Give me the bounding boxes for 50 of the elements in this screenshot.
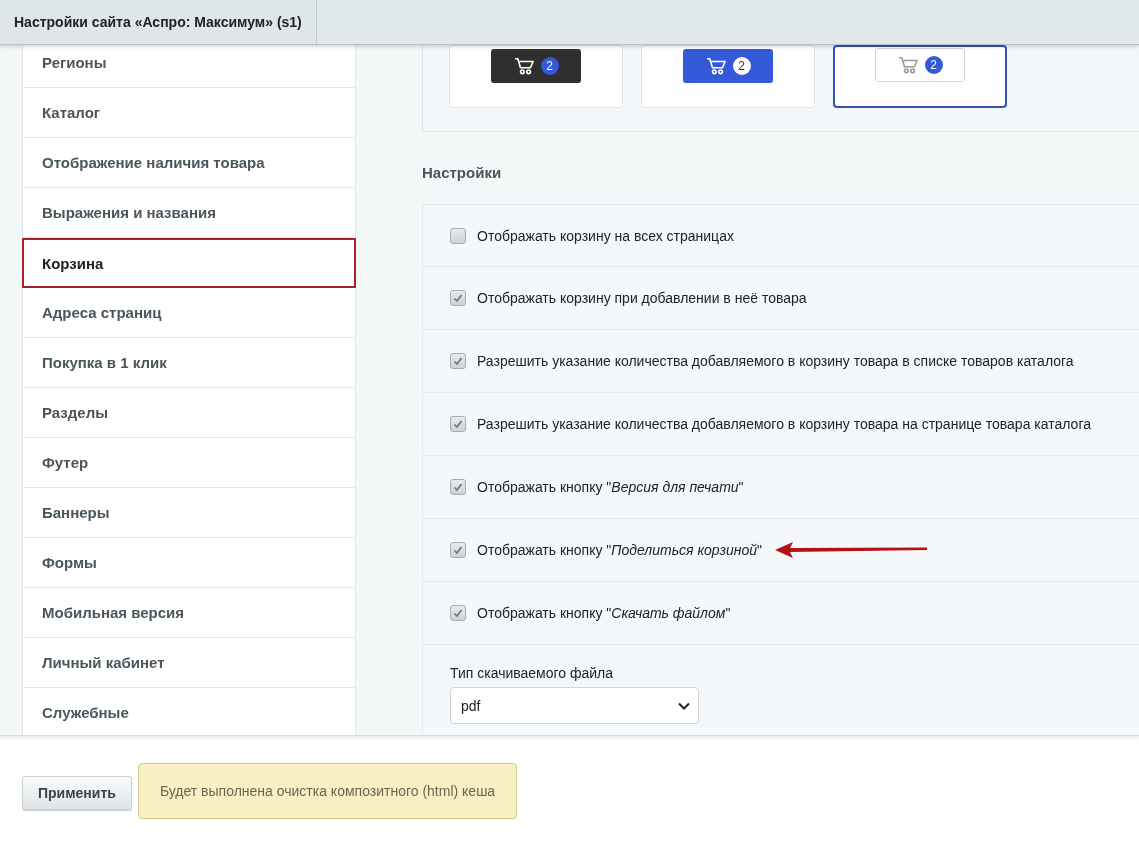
option-label: Разрешить указание количества добавляемого в корзину товара на странице товара каталога [477, 416, 1091, 432]
cart-style-option[interactable]: 2 [833, 45, 1007, 108]
cart-count-badge: 2 [732, 57, 751, 75]
checkbox[interactable] [450, 353, 466, 369]
option-label: Отображать кнопку "Поделиться корзиной" [477, 542, 762, 558]
cache-notice: Будет выполнена очистка композитного (html) кеша [137, 763, 518, 819]
cart-style-option[interactable]: 2 [641, 45, 815, 108]
file-type-select[interactable]: pdf [450, 687, 699, 724]
apply-button[interactable]: Применить [22, 776, 132, 810]
checkmark-icon [452, 481, 464, 493]
sidebar-item[interactable]: Баннеры [23, 488, 355, 538]
sidebar-item[interactable]: Каталог [23, 88, 355, 138]
checkmark-icon [452, 355, 464, 367]
option-label: Отображать корзину на всех страницах [477, 227, 734, 244]
cart-style-option[interactable]: 2 [449, 45, 623, 108]
sidebar-item[interactable]: Мобильная версия [23, 588, 355, 638]
sidebar-item[interactable]: Выражения и названия [23, 188, 355, 238]
sidebar-item[interactable]: Покупка в 1 клик [23, 338, 355, 388]
option-label: Отображать корзину при добавлении в неё товара [477, 290, 807, 306]
option-label: Отображать кнопку "Скачать файлом" [477, 605, 731, 621]
option-label: Отображать кнопку "Версия для печати" [477, 479, 744, 495]
checkbox[interactable] [450, 479, 466, 495]
checkmark-icon [452, 607, 464, 619]
field-label: Тип скачиваемого файла [450, 665, 614, 681]
checkbox[interactable] [450, 290, 466, 306]
checkmark-icon [452, 418, 464, 430]
sidebar-item[interactable]: Разделы [23, 388, 355, 438]
option-label: Разрешить указание количества добавляемого в корзину товара в списке товаров каталога [477, 353, 1074, 369]
checkbox[interactable] [450, 542, 466, 558]
section-heading: Настройки [422, 164, 503, 182]
cart-icon [705, 57, 728, 75]
cart-icon [897, 56, 920, 74]
checkbox[interactable] [450, 416, 466, 432]
cart-count-badge: 2 [924, 56, 943, 74]
checkmark-icon [452, 544, 464, 556]
chevron-down-icon [678, 701, 690, 710]
sidebar-item[interactable]: Служебные [23, 688, 355, 735]
checkmark-icon [452, 292, 464, 304]
sidebar-item[interactable]: Футер [23, 438, 355, 488]
sidebar-item[interactable]: Адреса страниц [23, 288, 355, 338]
cart-count-badge: 2 [540, 57, 559, 75]
sidebar-item[interactable]: Отображение наличия товара [23, 138, 355, 188]
cart-icon [513, 57, 536, 75]
sidebar-item[interactable]: Регионы [23, 45, 355, 88]
sidebar-item[interactable]: Личный кабинет [23, 638, 355, 688]
checkbox[interactable] [450, 227, 466, 244]
sidebar-item[interactable]: Формы [23, 538, 355, 588]
settings-tab[interactable]: Настройки сайта «Аспро: Максимум» (s1) [0, 0, 317, 44]
sidebar-item[interactable]: Корзина [22, 238, 356, 288]
checkbox[interactable] [450, 605, 466, 621]
